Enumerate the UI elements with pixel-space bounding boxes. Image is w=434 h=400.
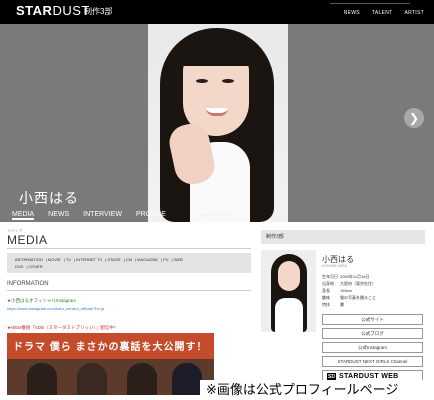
stardust-web-text: STARDUST WEB <box>339 373 399 380</box>
profile-value: 159cm <box>340 288 353 293</box>
hero-photo-bangs <box>178 36 254 66</box>
category-movie[interactable]: MOVIE <box>48 257 61 262</box>
profile-key: 特技 <box>322 302 330 307</box>
category-pv[interactable]: PV <box>163 257 168 262</box>
profile-key: 趣味 <box>322 295 330 300</box>
profile-key: 生年月日 <box>322 274 338 279</box>
news-item-instagram[interactable]: ★小西はるオフィシャルInstagram <box>7 298 76 304</box>
section-title: MEDIA <box>7 233 48 247</box>
category-magazine[interactable]: MAGAZINE <box>137 257 158 262</box>
information-divider <box>7 290 251 291</box>
banner-person <box>127 363 157 395</box>
banner-title: ドラマ 僕ら まさかの裏話を大公開す！ <box>13 342 208 353</box>
top-header: STARDUST 制作3部 NEWS TALENT ARTIST <box>0 0 434 24</box>
official-instagram-button[interactable]: 公式Instagram <box>322 342 423 353</box>
profile-thumbnail <box>261 250 316 332</box>
top-nav: NEWS TALENT ARTIST <box>344 10 424 16</box>
profile-key: 身長 <box>322 288 330 293</box>
profile-value: 大阪府（東京在住） <box>340 281 376 286</box>
sidebar-heading-text: 制作3部 <box>266 234 284 240</box>
thumbnail-shirt <box>275 298 303 332</box>
official-blog-button[interactable]: 公式ブログ <box>322 328 423 339</box>
profile-value: 書 <box>340 302 344 307</box>
tab-media[interactable]: MEDIA <box>12 211 35 220</box>
category-web[interactable]: WEB <box>174 257 183 262</box>
profile-name-kana: KONISHI HARU <box>322 264 348 268</box>
tab-news[interactable]: NEWS <box>48 211 69 220</box>
nav-news[interactable]: NEWS <box>344 10 360 16</box>
hero-banner: ❯ 小西はる Copyright STARDUST MEDIA NEWS INT… <box>0 24 434 222</box>
category-cm[interactable]: CM <box>126 257 132 262</box>
tab-profile[interactable]: PROFILE <box>136 211 166 220</box>
banner-person <box>172 363 202 395</box>
profile-details: 生年月日 2000年11月18日 出身地 大阪府（東京在住） 身長 159cm 趣味 猫… <box>322 273 376 308</box>
nav-talent[interactable]: TALENT <box>372 10 393 16</box>
image-caption: ※画像は公式プロフィールページ <box>200 380 434 400</box>
information-heading: INFORMATION <box>7 281 49 287</box>
nav-artist[interactable]: ARTIST <box>405 10 425 16</box>
next-slide-arrow-icon[interactable]: ❯ <box>404 108 424 128</box>
banner-person <box>77 363 107 395</box>
category-other[interactable]: OTHER <box>29 264 43 269</box>
thumbnail-face <box>278 261 300 291</box>
profile-key: 出身地 <box>322 281 334 286</box>
category-stage[interactable]: STAGE <box>107 257 120 262</box>
category-internet-tv[interactable]: INTERNET TV <box>76 257 102 262</box>
hero-photo-eye <box>196 79 208 83</box>
news-item-instagram-link[interactable]: https://www.instagram.com/haru_konishi_o… <box>7 306 104 311</box>
news-item-web-program[interactable]: ★WEB番組「SDB（スターダストブリッジ）」配信中！ <box>7 325 118 331</box>
banner-person <box>27 363 57 395</box>
profile-value: 2000年11月18日 <box>340 274 370 279</box>
next-girls-channel-button[interactable]: STARDUST NEXT GIRLS Channel <box>322 356 423 367</box>
category-information[interactable]: INFORMATION <box>15 257 43 262</box>
sidebar-heading: 制作3部 <box>261 230 425 244</box>
hero-photo-eye <box>222 79 234 83</box>
category-tv[interactable]: TV <box>66 257 71 262</box>
tab-interview[interactable]: INTERVIEW <box>83 211 122 220</box>
category-filter-bar: INFORMATION | MOVIE | TV | INTERNET TV | STA… <box>7 253 251 273</box>
division-label: 制作3部 <box>84 7 113 16</box>
logo-star-text: STAR <box>16 3 53 18</box>
profile-tabs: MEDIA NEWS INTERVIEW PROFILE <box>12 211 166 220</box>
profile-row-skill: 特技 書 <box>322 301 376 308</box>
talent-name: 小西はる <box>19 190 79 206</box>
stardust-logo[interactable]: STARDUST <box>16 3 90 18</box>
photo-credit: Copyright STARDUST <box>196 212 236 217</box>
section-divider <box>7 248 251 249</box>
official-site-button[interactable]: 公式サイト <box>322 314 423 325</box>
profile-row-birthday: 生年月日 2000年11月18日 <box>322 273 376 280</box>
profile-row-hometown: 出身地 大阪府（東京在住） <box>322 280 376 287</box>
profile-row-height: 身長 159cm <box>322 287 376 294</box>
profile-value: 猫の写真を撮ること <box>340 295 376 300</box>
header-divider <box>330 3 410 4</box>
web-program-banner[interactable]: ドラマ 僕ら まさかの裏話を大公開す！ <box>7 333 214 395</box>
profile-row-hobby: 趣味 猫の写真を撮ること <box>322 294 376 301</box>
category-dvd[interactable]: DVD <box>15 264 23 269</box>
